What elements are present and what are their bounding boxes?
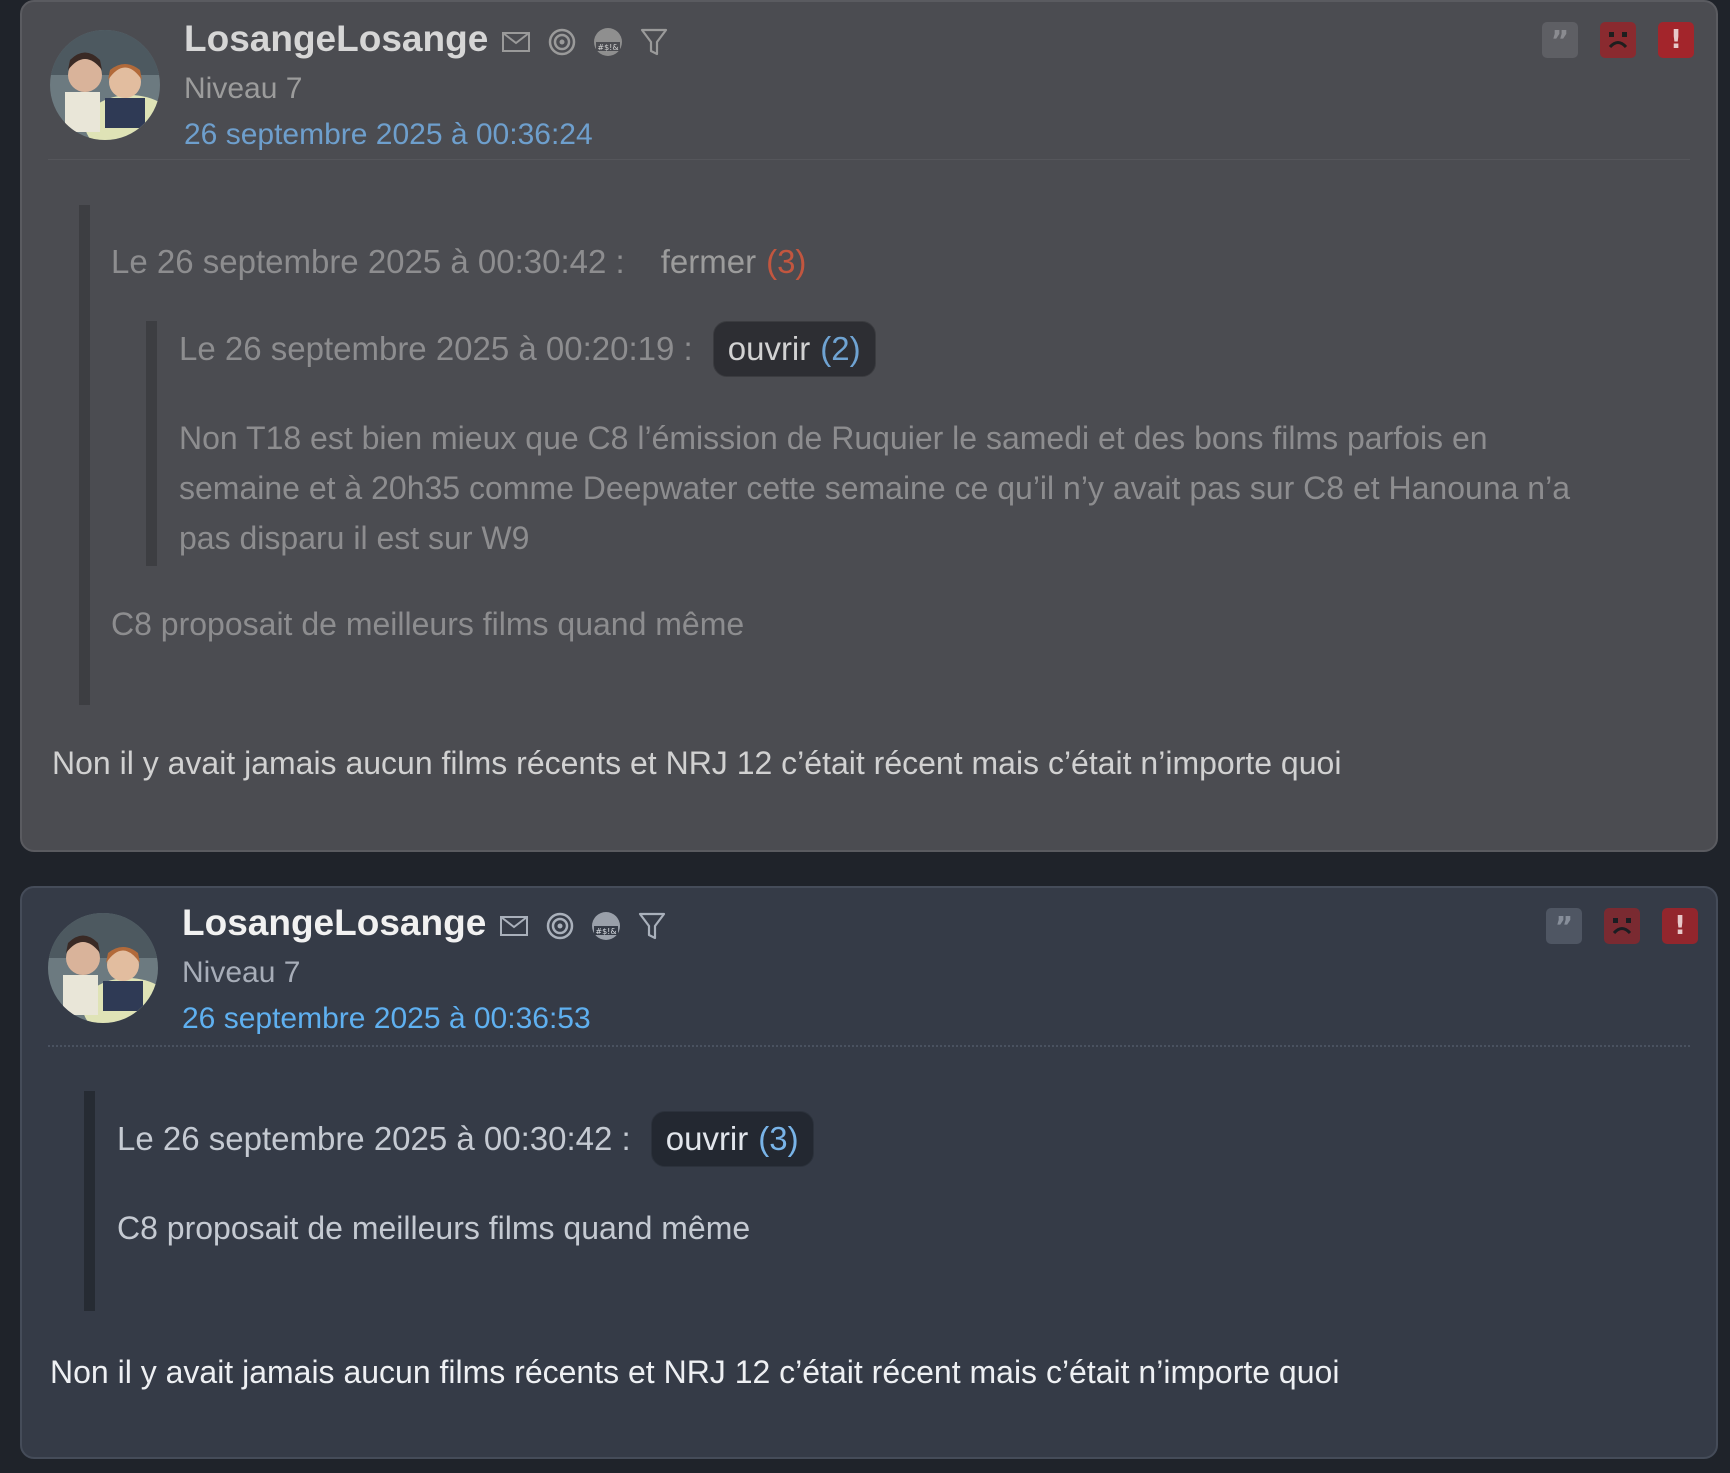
toggle-label: ouvrir bbox=[665, 1120, 749, 1157]
filter-icon[interactable] bbox=[638, 26, 670, 58]
post-message: Non il y avait jamais aucun films récent… bbox=[52, 745, 1342, 781]
nested-quote-header: Le 26 septembre 2025 à 00:20:19 : ouvrir… bbox=[179, 321, 876, 377]
user-level: Niveau 7 bbox=[184, 72, 303, 105]
nested-quote-text: Non T18 est bien mieux que C8 l’émission… bbox=[179, 413, 1654, 563]
nested-quote-toggle-button[interactable]: ouvrir (2) bbox=[712, 321, 876, 377]
quote-toggle-button[interactable]: ouvrir (3) bbox=[650, 1111, 814, 1167]
post-card: LosangeLosange #$!& Niveau 7 26 septembr… bbox=[20, 0, 1718, 852]
toggle-label: fermer bbox=[660, 243, 757, 280]
swear-emoji-icon[interactable]: #$!& bbox=[590, 910, 622, 942]
report-icon[interactable]: ! bbox=[1662, 908, 1698, 944]
spiral-icon[interactable] bbox=[546, 26, 578, 58]
avatar[interactable] bbox=[50, 30, 160, 140]
blockquote: Le 26 septembre 2025 à 00:30:42 : ouvrir… bbox=[84, 1091, 1664, 1311]
quote-header: Le 26 septembre 2025 à 00:30:42 : ouvrir… bbox=[117, 1111, 814, 1167]
post-card: LosangeLosange #$!& Niveau 7 26 septembr… bbox=[20, 886, 1718, 1459]
quote-header: Le 26 septembre 2025 à 00:30:42 : fermer… bbox=[111, 235, 820, 289]
toggle-label: ouvrir bbox=[727, 330, 811, 367]
toggle-count: (3) bbox=[766, 243, 807, 280]
user-icons: #$!& bbox=[498, 910, 668, 942]
post-date-link[interactable]: 26 septembre 2025 à 00:36:53 bbox=[182, 1002, 591, 1036]
post-message: Non il y avait jamais aucun films récent… bbox=[50, 1354, 1340, 1390]
sad-face-icon[interactable] bbox=[1600, 22, 1636, 58]
header-divider bbox=[48, 1045, 1690, 1047]
username[interactable]: LosangeLosange bbox=[184, 18, 488, 60]
report-icon[interactable]: ! bbox=[1658, 22, 1694, 58]
mail-icon[interactable] bbox=[500, 26, 532, 58]
toggle-count: (3) bbox=[758, 1120, 799, 1157]
nested-quote-date: Le 26 septembre 2025 à 00:20:19 : bbox=[179, 330, 693, 367]
quote-text: C8 proposait de meilleurs films quand mê… bbox=[111, 606, 745, 642]
nested-blockquote: Le 26 septembre 2025 à 00:20:19 : ouvrir… bbox=[146, 321, 1646, 566]
text-line: pas disparu il est sur W9 bbox=[179, 520, 530, 556]
quote-icon[interactable]: ” bbox=[1546, 908, 1582, 944]
text-line: Non T18 est bien mieux que C8 l’émission… bbox=[179, 420, 1488, 456]
username[interactable]: LosangeLosange bbox=[182, 902, 486, 944]
mail-icon[interactable] bbox=[498, 910, 530, 942]
svg-text:#$!&: #$!& bbox=[597, 43, 618, 52]
user-level: Niveau 7 bbox=[182, 956, 301, 989]
header-divider bbox=[48, 159, 1690, 160]
quote-icon[interactable]: ” bbox=[1542, 22, 1578, 58]
post-actions: ” ! bbox=[1546, 908, 1698, 944]
quote-text: C8 proposait de meilleurs films quand mê… bbox=[117, 1210, 751, 1246]
blockquote: Le 26 septembre 2025 à 00:30:42 : fermer… bbox=[79, 205, 1659, 705]
spiral-icon[interactable] bbox=[544, 910, 576, 942]
post-actions: ” ! bbox=[1542, 22, 1694, 58]
quote-toggle-button[interactable]: fermer (3) bbox=[657, 235, 821, 289]
text-line: semaine et à 20h35 comme Deepwater cette… bbox=[179, 470, 1570, 506]
swear-emoji-icon[interactable]: #$!& bbox=[592, 26, 624, 58]
user-icons: #$!& bbox=[500, 26, 670, 58]
quote-date: Le 26 septembre 2025 à 00:30:42 : bbox=[111, 243, 625, 280]
avatar[interactable] bbox=[48, 913, 158, 1023]
toggle-count: (2) bbox=[820, 330, 861, 367]
quote-date: Le 26 septembre 2025 à 00:30:42 : bbox=[117, 1120, 631, 1157]
filter-icon[interactable] bbox=[636, 910, 668, 942]
post-date-link[interactable]: 26 septembre 2025 à 00:36:24 bbox=[184, 118, 593, 152]
svg-text:#$!&: #$!& bbox=[595, 927, 616, 936]
sad-face-icon[interactable] bbox=[1604, 908, 1640, 944]
